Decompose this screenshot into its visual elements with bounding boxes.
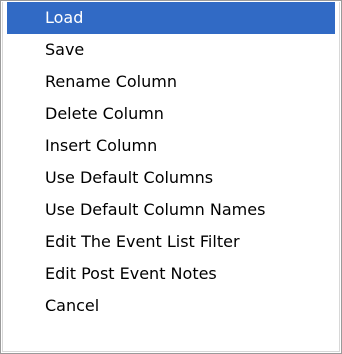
menu-item-delete-column[interactable]: Delete Column xyxy=(3,98,339,130)
context-menu: Load Save Rename Column Delete Column In… xyxy=(0,0,342,354)
context-menu-body: Load Save Rename Column Delete Column In… xyxy=(2,2,340,352)
menu-item-save[interactable]: Save xyxy=(3,34,339,66)
menu-item-cancel[interactable]: Cancel xyxy=(3,290,339,322)
menu-item-list: Load Save Rename Column Delete Column In… xyxy=(3,2,339,322)
menu-item-use-default-column-names[interactable]: Use Default Column Names xyxy=(3,194,339,226)
menu-item-use-default-columns[interactable]: Use Default Columns xyxy=(3,162,339,194)
menu-item-edit-post-event-notes[interactable]: Edit Post Event Notes xyxy=(3,258,339,290)
menu-item-load[interactable]: Load xyxy=(7,2,335,34)
menu-item-edit-event-list-filter[interactable]: Edit The Event List Filter xyxy=(3,226,339,258)
menu-item-insert-column[interactable]: Insert Column xyxy=(3,130,339,162)
menu-item-rename-column[interactable]: Rename Column xyxy=(3,66,339,98)
